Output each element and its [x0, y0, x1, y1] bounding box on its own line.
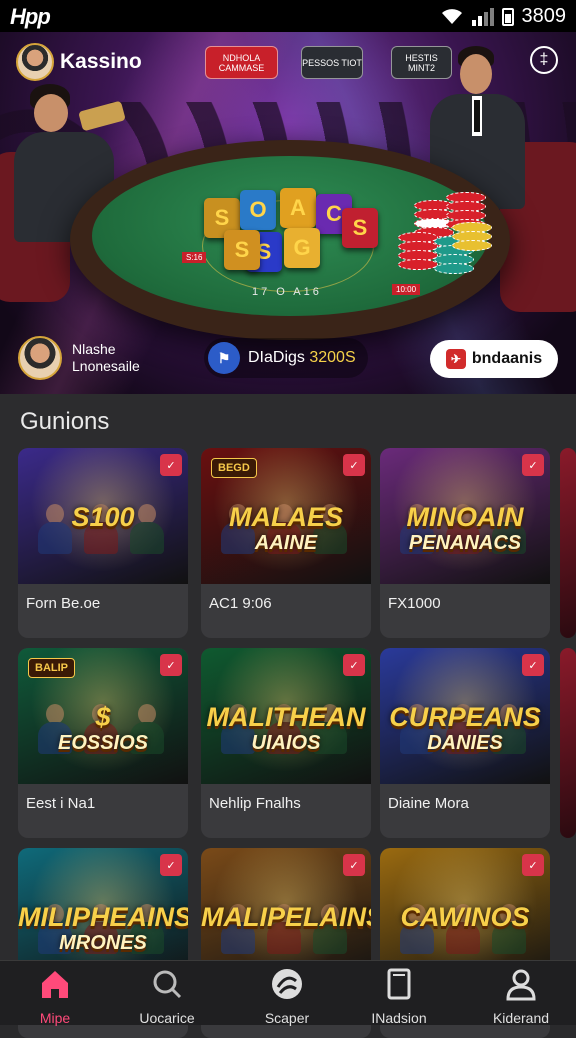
brand[interactable]: Kassino [16, 43, 142, 81]
game-title: Eest i Na1 [26, 795, 96, 812]
device-icon [387, 968, 411, 1000]
app-name: Hpp [10, 4, 51, 29]
game-title: Forn Be.oe [26, 595, 101, 612]
menu-icon[interactable]: ‡ [530, 46, 558, 74]
game-card[interactable]: MINOAIN PENANACS ✓ FX1000 [380, 448, 550, 638]
clock: 3809 [521, 5, 567, 27]
favorite-icon[interactable]: ✓ [160, 454, 182, 476]
favorite-icon[interactable]: ✓ [343, 854, 365, 876]
signal-icon [471, 7, 494, 26]
game-title: FX1000 [388, 595, 441, 612]
hero-banner[interactable]: S:16 10:00 17 O A16 S O A C S S G S Kass… [0, 32, 576, 394]
favorite-icon[interactable]: ✓ [343, 654, 365, 676]
cta-button[interactable]: ✈ bndaanis [430, 340, 558, 378]
game-card[interactable]: S100 ✓ Forn Be.oe [18, 448, 188, 638]
nav-search[interactable]: Uocarice [112, 967, 222, 1026]
brand-avatar [16, 43, 54, 81]
home-icon [42, 971, 68, 998]
game-badge: BEGD [211, 458, 257, 478]
user-subname: Lnonesaile [72, 358, 140, 374]
user-name: Nlashe [72, 341, 116, 357]
chip-stack [452, 222, 492, 251]
spin-icon [272, 969, 302, 999]
user-avatar [18, 336, 62, 380]
game-art-subtitle: EOSSIOS [57, 732, 149, 754]
game-card[interactable]: BEGD MALAES AAINE ✓ AC1 9:06 [201, 448, 371, 638]
game-title: Nehlip Fnalhs [209, 795, 301, 812]
game-art-title: S100 [71, 502, 135, 532]
nav-home[interactable]: Mipe [0, 967, 110, 1026]
game-art-title: MALIPELAINS [201, 902, 371, 932]
game-art-title: MALAES [229, 502, 343, 532]
game-art-title: MINOAIN [406, 502, 524, 532]
game-card[interactable]: BALIP $ EOSSIOS ✓ Eest i Na1 [18, 648, 188, 838]
chip-stack [398, 232, 438, 270]
nav-profile[interactable]: Kiderand [466, 967, 576, 1026]
favorite-icon[interactable]: ✓ [160, 654, 182, 676]
header-pill-1[interactable]: NDHOLA CAMMASE [205, 46, 278, 79]
favorite-icon[interactable]: ✓ [522, 454, 544, 476]
header-pill-3[interactable]: HESTIS MINT2 [391, 46, 452, 79]
search-icon [153, 970, 182, 999]
games-section: Gunions S100 ✓ Forn Be.oe BEGD MALAES AAINE ✓ A… [0, 394, 576, 1038]
header-pill-2[interactable]: PESSOS TIOT [301, 46, 363, 79]
coin-label: DIaDigs [248, 349, 305, 366]
tile: G [284, 228, 320, 268]
game-art-title: CURPEANS [389, 702, 541, 732]
game-card-partial[interactable] [560, 448, 576, 638]
favorite-icon[interactable]: ✓ [522, 654, 544, 676]
battery-icon [501, 7, 514, 26]
game-card[interactable]: MALITHEAN UIAIOS ✓ Nehlip Fnalhs [201, 648, 371, 838]
nav-device[interactable]: INadsion [344, 967, 454, 1026]
game-badge: BALIP [28, 658, 75, 678]
flag-icon: ⚑ [208, 342, 240, 374]
game-art-subtitle: PENANACS [408, 532, 522, 554]
tile: S [342, 208, 378, 248]
tile: S [224, 230, 260, 270]
game-art-title: MALITHEAN [206, 702, 366, 732]
wifi-icon [441, 8, 462, 24]
bottom-nav: Mipe Uocarice Scaper INadsion Kiderand [0, 960, 576, 1026]
favorite-icon[interactable]: ✓ [160, 854, 182, 876]
game-card[interactable]: CURPEANS DANIES ✓ Diaine Mora [380, 648, 550, 838]
brand-name: Kassino [60, 50, 142, 73]
user-profile[interactable]: Nlashe Lnonesaile [18, 336, 140, 380]
game-art-title: CAWINOS [400, 902, 530, 932]
profile-icon [506, 969, 536, 1001]
game-art-subtitle: AAINE [254, 532, 318, 554]
gift-icon: ✈ [445, 349, 466, 369]
status-bar: Hpp 3809 [0, 0, 576, 32]
coin-balance[interactable]: ⚑ DIaDigs 3200S [204, 338, 368, 378]
coin-amount: 3200S [309, 349, 356, 366]
game-card-partial[interactable] [560, 648, 576, 838]
game-art-title: $ [95, 702, 111, 732]
game-art-title: MILIPHEAINS [18, 902, 188, 932]
game-title: Diaine Mora [388, 795, 469, 812]
nav-spin[interactable]: Scaper [232, 967, 342, 1026]
favorite-icon[interactable]: ✓ [343, 454, 365, 476]
cta-label: bndaanis [471, 350, 543, 367]
game-art-subtitle: DANIES [427, 732, 503, 754]
game-art-subtitle: MRONES [59, 932, 147, 954]
tile: O [240, 190, 276, 230]
favorite-icon[interactable]: ✓ [522, 854, 544, 876]
game-title: AC1 9:06 [209, 595, 272, 612]
table-text: 17 O A16 [252, 286, 322, 298]
game-art-subtitle: UIAIOS [251, 732, 321, 754]
section-title: Gunions [20, 408, 110, 435]
tile: A [280, 188, 316, 228]
